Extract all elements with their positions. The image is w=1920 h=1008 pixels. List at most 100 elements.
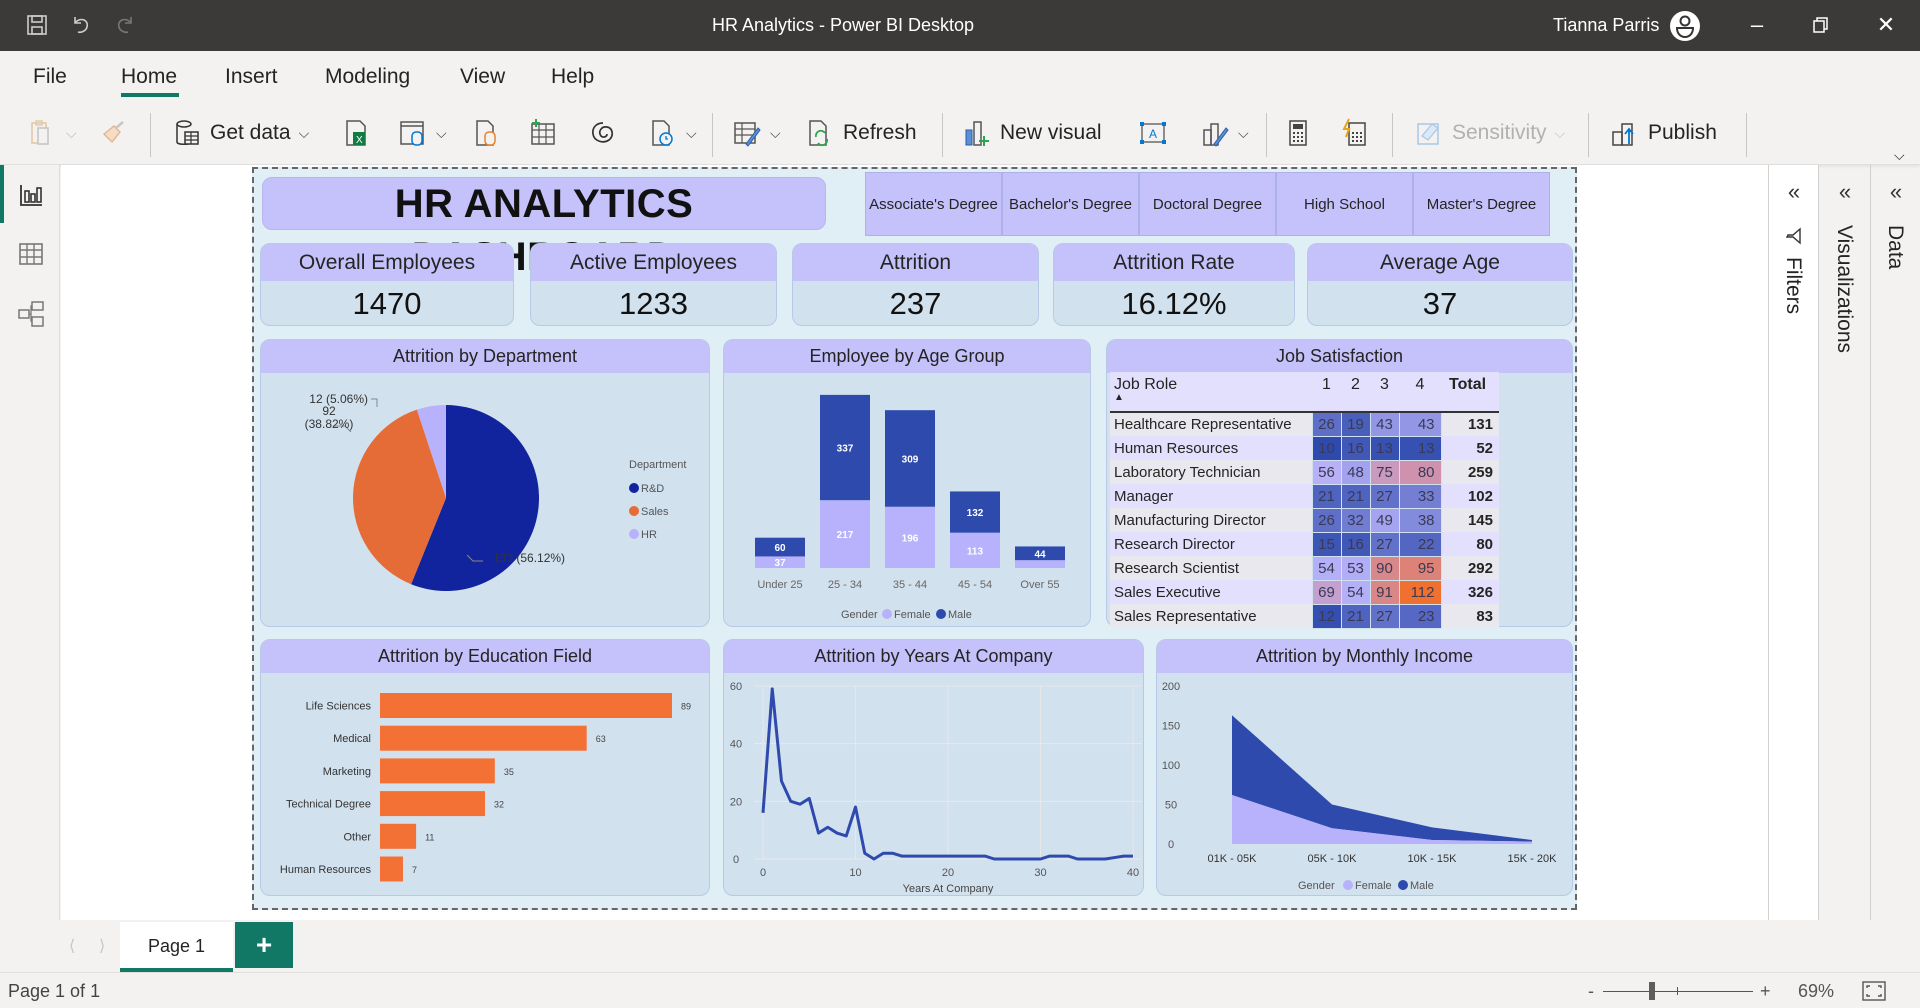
data-label: 196 [902,533,919,544]
attrition-by-department-card[interactable]: Attrition by Department 133 (56.12%) 92 (3… [260,339,710,627]
sensitivity-button[interactable]: Sensitivity ⌵ [1414,115,1565,151]
x-tick-label: 10 [849,867,861,879]
slicer-masters-degree[interactable]: Master's Degree [1413,172,1550,236]
table-add-icon [531,119,555,145]
avatar[interactable] [1670,11,1700,41]
zoom-out-button[interactable]: - [1588,981,1594,1002]
publish-button[interactable]: Publish [1610,115,1717,151]
dataverse-button[interactable]: ⌵ [398,115,447,151]
column-header-level-2[interactable]: 2 [1341,372,1370,412]
kpi-overall-employees[interactable]: Overall Employees 1470 [260,243,514,326]
scroll-right-icon[interactable]: ⟩ [99,936,105,956]
paste-button[interactable]: ⌵ [28,115,77,151]
matrix-row[interactable]: Healthcare Representative 26 19 43 43 131 [1110,411,1499,437]
report-view-icon[interactable] [17,181,45,209]
new-visual-icon [965,121,989,146]
chevron-down-icon: ⌵ [770,124,781,141]
matrix-cell: 21 [1340,483,1371,509]
matrix-row[interactable]: Research Director 15 16 27 22 80 [1110,531,1499,557]
slicer-high-school[interactable]: High School [1276,172,1413,236]
kpi-label: Average Age [1308,244,1572,281]
matrix-row[interactable]: Manufacturing Director 26 32 49 38 145 [1110,507,1499,533]
kpi-attrition[interactable]: Attrition 237 [792,243,1039,326]
matrix-row[interactable]: Research Scientist 54 53 90 95 292 [1110,555,1499,581]
menu-insert[interactable]: Insert [225,65,278,89]
data-pane[interactable]: « Data [1870,165,1920,920]
enter-data-button[interactable] [528,115,558,151]
kpi-value: 237 [889,286,942,321]
column-header-level-1[interactable]: 1 [1312,372,1341,412]
x-tick-label: Under 25 [757,579,802,591]
attrition-by-monthly-income-card[interactable]: Attrition by Monthly Income 0 50 100 150 200… [1156,639,1573,896]
database-icon [176,120,199,145]
menu-modeling[interactable]: Modeling [325,65,410,89]
slicer-bachelors-degree[interactable]: Bachelor's Degree [1002,172,1139,236]
expand-visualizations-icon[interactable]: « [1830,179,1860,205]
dataverse-link-button[interactable] [588,115,618,151]
new-measure-button[interactable] [1283,115,1313,151]
refresh-button[interactable]: Refresh [805,115,917,151]
zoom-level[interactable]: 69% [1798,981,1834,1002]
y-tick-label: Medical [333,733,371,745]
matrix-row[interactable]: Laboratory Technician 56 48 75 80 259 [1110,459,1499,485]
kpi-average-age[interactable]: Average Age 37 [1307,243,1573,326]
table-view-icon[interactable] [17,240,45,268]
matrix-cell: 16 [1340,435,1371,461]
zoom-slider-thumb[interactable] [1648,982,1655,1000]
new-visual-button[interactable]: New visual [962,115,1102,151]
matrix-cell: 43 [1369,411,1400,437]
recent-sources-button[interactable]: ⌵ [648,115,697,151]
column-header-level-4[interactable]: 4 [1399,372,1441,412]
scroll-left-icon[interactable]: ⟨ [69,936,75,956]
matrix-row[interactable]: Sales Executive 69 54 91 112 326 [1110,579,1499,605]
matrix-row[interactable]: Sales Representative 12 21 27 23 83 [1110,603,1499,629]
excel-workbook-button[interactable]: X [342,115,372,151]
legend-marker [629,483,639,493]
matrix-row[interactable]: Manager 21 21 27 33 102 [1110,483,1499,509]
filters-pane[interactable]: « Filters [1768,165,1818,920]
transform-data-button[interactable]: ⌵ [732,115,781,151]
menu-file[interactable]: File [33,65,67,89]
get-data-button[interactable]: Get data ⌵ [172,115,309,151]
matrix-cell: 27 [1369,483,1400,509]
expand-filters-icon[interactable]: « [1779,179,1809,205]
minimize-button[interactable]: – [1742,10,1772,40]
fit-to-page-icon[interactable] [1862,981,1886,1001]
model-view-icon[interactable] [17,300,45,328]
zoom-in-button[interactable]: + [1760,981,1771,1002]
menu-home[interactable]: Home [121,65,177,89]
restore-button[interactable] [1806,10,1836,40]
sql-server-button[interactable] [472,115,502,151]
format-painter-button[interactable] [98,115,128,151]
attrition-by-years-card[interactable]: Attrition by Years At Company 0 20 40 60 0 10… [723,639,1144,896]
page-tab-page-1[interactable]: Page 1 [120,922,233,972]
visualizations-pane[interactable]: « Visualizations [1818,165,1870,920]
page-tabs-bar: ⟨ ⟩ [61,920,1768,975]
expand-data-icon[interactable]: « [1881,179,1911,205]
text-box-button[interactable]: A [1138,115,1168,151]
column-header-level-3[interactable]: 3 [1370,372,1399,412]
ribbon-separator [712,113,713,157]
sql-server-icon [476,120,496,146]
menu-help[interactable]: Help [551,65,594,89]
text-box-icon: A [1140,122,1166,144]
kpi-active-employees[interactable]: Active Employees 1233 [530,243,777,326]
y-tick-label: 0 [1168,839,1174,851]
quick-measure-button[interactable] [1340,115,1370,151]
kpi-attrition-rate[interactable]: Attrition Rate 16.12% [1053,243,1295,326]
zoom-slider-track[interactable] [1603,991,1753,992]
column-header-total[interactable]: Total [1441,372,1499,412]
more-visuals-button[interactable]: ⌵ [1200,115,1249,151]
attrition-by-education-field-card[interactable]: Attrition by Education Field Life Scienc… [260,639,710,896]
column-header-job-role[interactable]: Job Role ▲ [1110,372,1312,412]
slicer-doctoral-degree[interactable]: Doctoral Degree [1139,172,1276,236]
close-button[interactable]: ✕ [1871,10,1901,40]
matrix-row[interactable]: Human Resources 10 16 13 13 52 [1110,435,1499,461]
slicer-associates-degree[interactable]: Associate's Degree [865,172,1002,236]
legend-marker [629,529,639,539]
user-name[interactable]: Tianna Parris [1553,15,1659,36]
employee-by-age-group-card[interactable]: Employee by Age Group 37 60 Under 25 217 337… [723,339,1091,627]
menu-view[interactable]: View [460,65,505,89]
add-page-button[interactable]: + [235,922,293,968]
job-satisfaction-matrix: Job Role ▲ 1 2 3 4 Total Healthcare Repre… [1110,372,1499,629]
